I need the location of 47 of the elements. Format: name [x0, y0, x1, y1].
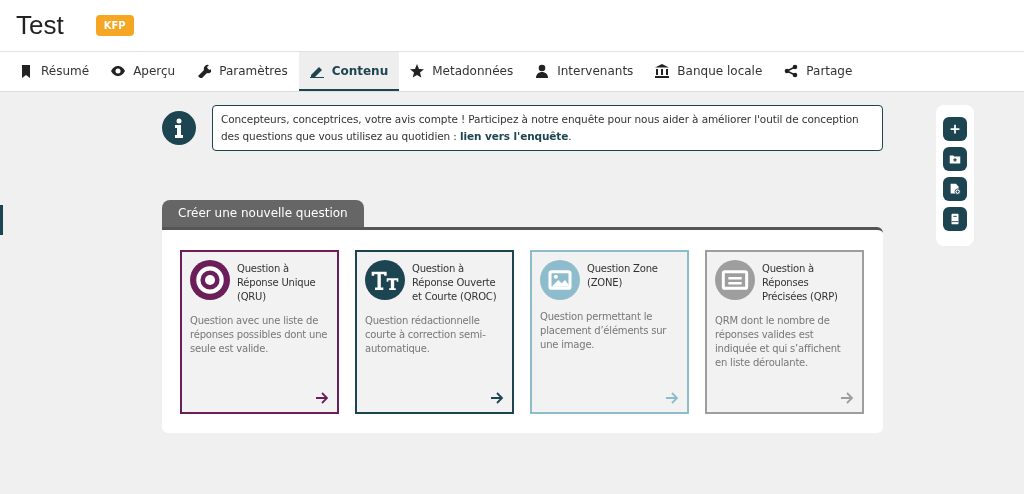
- nav-tab[interactable]: Banque locale: [644, 52, 774, 91]
- arrow-icon: [665, 392, 679, 404]
- nav-tab[interactable]: Paramètres: [186, 52, 299, 91]
- toolbar-button[interactable]: [943, 177, 967, 201]
- status-badge: KFP: [95, 15, 134, 36]
- side-marker: [0, 205, 3, 235]
- card-description: Question avec une liste de réponses possibles dont une seule est valide.: [190, 314, 329, 356]
- share-icon: [784, 63, 799, 78]
- arrow-icon: [490, 392, 504, 404]
- card-title: Question Zone (ZONE): [587, 262, 659, 290]
- card-title: Question à Réponse Unique (QRU): [237, 262, 317, 304]
- nav-tab[interactable]: Intervenants: [524, 52, 645, 91]
- person-icon: [535, 63, 550, 78]
- form-icon: [715, 260, 755, 300]
- plus-icon: [948, 122, 962, 136]
- card-description: Question rédactionnelle courte à correction semi-automatique.: [365, 314, 487, 356]
- bank-icon: [655, 63, 670, 78]
- nav-tab[interactable]: Contenu: [298, 52, 400, 91]
- nav-tab[interactable]: Résumé: [8, 52, 101, 91]
- nav-tab[interactable]: Metadonnées: [399, 52, 525, 91]
- panel-tab[interactable]: Créer une nouvelle question: [162, 200, 364, 227]
- toolbar-button[interactable]: [943, 207, 967, 231]
- question-type-card[interactable]: Question à Réponse Ouverte et Courte (QROC) Question rédactionnelle courte à correction semi-automatique.: [355, 250, 514, 414]
- eye-icon: [111, 63, 126, 78]
- nav-tab[interactable]: Aperçu: [100, 52, 187, 91]
- toolbar-button[interactable]: [943, 147, 967, 171]
- notice-text: Concepteurs, conceptrices, votre avis compte ! Participez à notre enquête pour nous aider à améliorer l'outil de conception des questions que vous utilisez au quotidien : lien vers l'enquête.: [221, 112, 860, 144]
- file-plus-icon: [948, 182, 962, 196]
- nav-tab[interactable]: Partage: [773, 52, 864, 91]
- arrow-icon: [315, 392, 329, 404]
- star-icon: [410, 63, 425, 78]
- card-description: Question permettant le placement d’éléments sur une image.: [540, 310, 668, 352]
- question-type-card[interactable]: Question Zone (ZONE) Question permettant le placement d’éléments sur une image.: [530, 250, 689, 414]
- card-title: Question à Réponses Précisées (QRP): [762, 262, 839, 304]
- wrench-icon: [197, 63, 212, 78]
- arrow-icon: [840, 392, 854, 404]
- bookmark-icon: [19, 63, 33, 78]
- page-title: Test: [16, 9, 64, 42]
- radio-icon: [190, 260, 230, 300]
- image-icon: [540, 260, 580, 300]
- card-description: QRM dont le nombre de réponses valides est indiquée et qui s’affichent en liste déroulante.: [715, 314, 842, 370]
- info-icon: [162, 111, 196, 145]
- question-type-card[interactable]: Question à Réponses Précisées (QRP) QRM dont le nombre de réponses valides est indiquée et qui s’affichent en liste déroulante.: [705, 250, 864, 414]
- toolbar-button[interactable]: [943, 117, 967, 141]
- question-type-card[interactable]: Question à Réponse Unique (QRU) Question avec une liste de réponses possibles dont une seule est valide.: [180, 250, 339, 414]
- card-title: Question à Réponse Ouverte et Courte (QROC): [412, 262, 498, 304]
- text-size-icon: [365, 260, 405, 300]
